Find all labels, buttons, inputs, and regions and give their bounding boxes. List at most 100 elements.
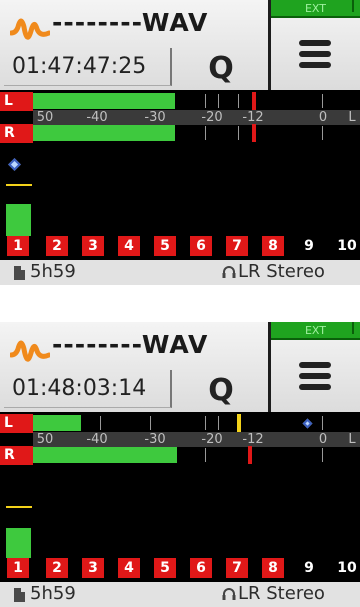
file-name: --------WAV [52, 8, 209, 37]
track-3-button[interactable]: 3 [82, 558, 104, 578]
scale-label: -40 [86, 432, 108, 447]
ext-badge: EXT [271, 322, 360, 340]
file-name: --------WAV [52, 330, 209, 359]
scale-label: -20 [201, 110, 223, 125]
scale-label: -12 [242, 110, 264, 125]
scale-tick [150, 416, 151, 430]
header: --------WAV 01:47:47:25 Q EXT [0, 0, 360, 90]
track-7-button[interactable]: 7 [226, 236, 248, 256]
peak-hold-left [237, 414, 241, 432]
scale-tick [322, 416, 323, 430]
scale-label: 0 [318, 432, 328, 447]
waveform-logo-icon [10, 18, 50, 40]
track-1-button[interactable]: 1 [7, 558, 29, 578]
track-6-button[interactable]: 6 [190, 558, 212, 578]
q-button[interactable]: Q [174, 38, 268, 90]
track-row: 1 2 3 4 5 6 7 8 9 10 [0, 558, 360, 580]
db-scale [33, 110, 360, 125]
track-5-button[interactable]: 5 [154, 558, 176, 578]
scale-tick [205, 416, 206, 430]
hamburger-menu-icon[interactable] [299, 362, 331, 392]
track-3-button[interactable]: 3 [82, 236, 104, 256]
track-1-level [6, 528, 31, 558]
track-row: 1 2 3 4 5 6 7 8 9 10 [0, 236, 360, 258]
left-level-bar [33, 415, 81, 431]
scale-tick [238, 94, 239, 108]
scale-tick [100, 416, 101, 430]
marker-diamond-icon [8, 158, 21, 171]
headphones-icon [222, 266, 236, 278]
ext-flag [352, 322, 360, 334]
track-1-level [6, 204, 31, 236]
level-meters: L R 50 -40 -30 -20 -12 0 L [0, 412, 360, 466]
menu-area[interactable]: EXT [268, 0, 360, 90]
hamburger-menu-icon[interactable] [299, 40, 331, 70]
right-level-bar [33, 125, 175, 141]
track-monitor-area [0, 144, 360, 236]
header: --------WAV 01:48:03:14 Q EXT [0, 322, 360, 412]
level-meters: L R 50 -40 -30 -20 -12 0 L [0, 90, 360, 144]
track-10-button[interactable]: 10 [333, 558, 360, 578]
scale-tick [322, 448, 323, 462]
channel-left-label: L [0, 92, 33, 111]
ext-flag [352, 0, 360, 12]
scale-tick [205, 448, 206, 462]
scale-tick [218, 94, 219, 108]
scale-label: -40 [86, 110, 108, 125]
track-8-button[interactable]: 8 [262, 236, 284, 256]
scale-label: -20 [201, 432, 223, 447]
right-level-bar [33, 447, 177, 463]
channel-right-label: R [0, 124, 33, 143]
timecode: 01:47:47:25 [4, 48, 172, 86]
scale-label: 50 [36, 432, 54, 447]
track-8-button[interactable]: 8 [262, 558, 284, 578]
document-icon [14, 266, 25, 280]
remaining-time: 5h59 [30, 583, 76, 604]
menu-area[interactable]: EXT [268, 322, 360, 412]
scale-label: L [348, 432, 356, 447]
monitor-mode[interactable]: LR Stereo [238, 583, 325, 604]
track-2-button[interactable]: 2 [46, 558, 68, 578]
recorder-screen-2: --------WAV 01:48:03:14 Q EXT L R 50 -40… [0, 322, 360, 607]
marker-diamond-icon [302, 418, 313, 429]
scale-label: 50 [36, 110, 54, 125]
recorder-screen-1: --------WAV 01:47:47:25 Q EXT L R 50 -40… [0, 0, 360, 285]
track-1-button[interactable]: 1 [7, 236, 29, 256]
scale-tick [205, 126, 206, 140]
track-monitor-area [0, 466, 360, 558]
q-button[interactable]: Q [174, 360, 268, 412]
waveform-logo-icon [10, 340, 50, 362]
track-6-button[interactable]: 6 [190, 236, 212, 256]
track-4-button[interactable]: 4 [118, 236, 140, 256]
scale-tick [218, 416, 219, 430]
peak-hold-right [248, 446, 252, 464]
track-4-button[interactable]: 4 [118, 558, 140, 578]
scale-label: -12 [242, 432, 264, 447]
scale-tick [238, 126, 239, 140]
scale-tick [322, 126, 323, 140]
track-2-button[interactable]: 2 [46, 236, 68, 256]
status-bar: 5h59 LR Stereo [0, 582, 360, 607]
monitor-mode[interactable]: LR Stereo [238, 261, 325, 282]
peak-hold-left [252, 92, 256, 110]
track-9-button[interactable]: 9 [298, 558, 320, 578]
scale-label: L [348, 110, 356, 125]
timecode: 01:48:03:14 [4, 370, 172, 408]
track-9-button[interactable]: 9 [298, 236, 320, 256]
remaining-time: 5h59 [30, 261, 76, 282]
scale-label: -30 [144, 110, 166, 125]
scale-label: 0 [318, 110, 328, 125]
left-level-bar [33, 93, 175, 109]
scale-tick [322, 94, 323, 108]
db-scale [33, 432, 360, 447]
track-7-button[interactable]: 7 [226, 558, 248, 578]
track-5-button[interactable]: 5 [154, 236, 176, 256]
peak-hold-right [252, 124, 256, 142]
status-bar: 5h59 LR Stereo [0, 260, 360, 285]
track-10-button[interactable]: 10 [333, 236, 360, 256]
headphones-icon [222, 588, 236, 600]
threshold-line [6, 184, 32, 186]
scale-label: -30 [144, 432, 166, 447]
document-icon [14, 588, 25, 602]
threshold-line [6, 506, 32, 508]
